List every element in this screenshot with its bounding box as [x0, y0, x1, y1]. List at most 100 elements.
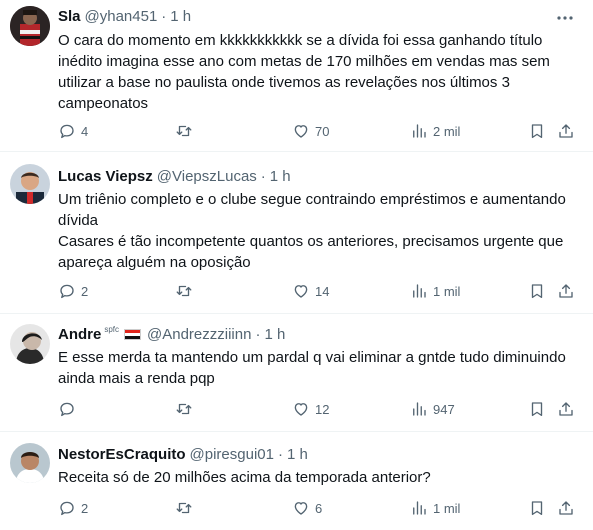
bookmark-icon: [531, 124, 543, 139]
tweet-text-line: Um triênio completo e o clube segue cont…: [58, 191, 566, 208]
tweet[interactable]: Sla @yhan451 · 1 h O cara do momento em …: [0, 0, 593, 152]
bookmark-icon: [531, 402, 543, 417]
heart-icon: [294, 502, 308, 515]
tweet[interactable]: Lucas Viepsz @ViepszLucas · 1 h Um triên…: [0, 152, 593, 314]
tweet-text-line: apareça alguém na oposição: [58, 254, 251, 271]
separator-dot: ·: [277, 446, 283, 463]
separator-dot: ·: [161, 8, 167, 25]
user-handle[interactable]: @piresgui01: [190, 446, 274, 463]
display-name[interactable]: NestorEsCraquito: [58, 446, 186, 463]
more-options-icon[interactable]: [555, 8, 575, 28]
user-handle[interactable]: @Andrezzziiinn: [147, 326, 251, 343]
reply-icon: [60, 124, 74, 139]
bookmark-icon: [531, 284, 543, 299]
timestamp[interactable]: 1 h: [287, 446, 308, 463]
share-button[interactable]: [557, 121, 575, 141]
views-button[interactable]: 2 mil: [410, 121, 460, 141]
heart-icon: [294, 403, 308, 416]
repost-button[interactable]: [175, 121, 198, 141]
bookmark-button[interactable]: [528, 399, 546, 419]
tweet-text-line: Receita só de 20 milhões acima da tempor…: [58, 469, 431, 486]
share-icon: [559, 402, 573, 416]
heart-icon: [294, 125, 308, 138]
repost-icon: [176, 502, 192, 514]
tweet-header: NestorEsCraquito @piresgui01 · 1 h: [58, 446, 308, 463]
share-button[interactable]: [557, 498, 575, 518]
share-icon: [559, 284, 573, 298]
timestamp[interactable]: 1 h: [270, 168, 291, 185]
tweet-actions: 2 14 1 mil: [58, 281, 580, 301]
separator-dot: ·: [255, 326, 261, 343]
reply-button[interactable]: [58, 399, 81, 419]
reply-count: 2: [81, 500, 89, 516]
tweet-text-line: Casares é tão incompetente quantos os an…: [58, 233, 564, 250]
avatar[interactable]: [10, 164, 50, 204]
repost-icon: [176, 403, 192, 415]
like-button[interactable]: 14: [292, 281, 329, 301]
like-count: 12: [315, 401, 330, 417]
share-icon: [559, 124, 573, 138]
tweet-actions: 12 947: [58, 399, 580, 419]
tweet-header: Lucas Viepsz @ViepszLucas · 1 h: [58, 168, 291, 185]
timestamp[interactable]: 1 h: [264, 326, 285, 343]
tweet-text-line: campeonatos: [58, 95, 149, 112]
reply-button[interactable]: 2: [58, 281, 88, 301]
bookmark-icon: [531, 501, 543, 516]
display-name[interactable]: Andre: [58, 326, 101, 343]
view-count: 1 mil: [433, 283, 461, 299]
bookmark-button[interactable]: [528, 281, 546, 301]
bookmark-button[interactable]: [528, 498, 546, 518]
reply-icon: [60, 501, 74, 516]
analytics-icon: [413, 501, 426, 515]
tweet-text: E esse merda ta mantendo um pardal q vai…: [58, 347, 578, 389]
bookmark-button[interactable]: [528, 121, 546, 141]
tweet-text-line: inédito imagina esse ano com metas de 17…: [58, 53, 550, 70]
views-button[interactable]: 1 mil: [410, 498, 460, 518]
reply-button[interactable]: 2: [58, 498, 88, 518]
avatar[interactable]: [10, 324, 50, 364]
tweet-actions: 2 6 1 mil: [58, 498, 580, 518]
like-button[interactable]: 12: [292, 399, 329, 419]
tweet-text: Um triênio completo e o clube segue cont…: [58, 189, 578, 273]
display-name[interactable]: Sla: [58, 8, 81, 25]
bio-tag: spfc: [104, 325, 120, 334]
user-handle[interactable]: @yhan451: [85, 8, 158, 25]
like-button[interactable]: 6: [292, 498, 322, 518]
view-count: 1 mil: [433, 500, 461, 516]
like-count: 70: [315, 123, 330, 139]
tweet-actions: 4 70 2 mil: [58, 121, 580, 141]
reply-count: 2: [81, 283, 89, 299]
tweet[interactable]: NestorEsCraquito @piresgui01 · 1 h Recei…: [0, 432, 593, 530]
repost-icon: [176, 125, 192, 137]
like-button[interactable]: 70: [292, 121, 329, 141]
views-button[interactable]: 947: [410, 399, 455, 419]
analytics-icon: [413, 402, 426, 416]
timestamp[interactable]: 1 h: [170, 8, 191, 25]
tweet-text-line: O cara do momento em kkkkkkkkkkk se a dí…: [58, 32, 543, 49]
repost-button[interactable]: [175, 281, 198, 301]
like-count: 14: [315, 283, 330, 299]
view-count: 2 mil: [433, 123, 461, 139]
repost-button[interactable]: [175, 498, 198, 518]
like-count: 6: [315, 500, 323, 516]
reply-count: 4: [81, 123, 89, 139]
reply-button[interactable]: 4: [58, 121, 88, 141]
tweet[interactable]: Andre spfc @Andrezzziiinn · 1 h E esse m…: [0, 314, 593, 432]
tweet-header: Andre spfc @Andrezzziiinn · 1 h: [58, 325, 285, 343]
views-button[interactable]: 1 mil: [410, 281, 460, 301]
avatar[interactable]: [10, 443, 50, 483]
avatar[interactable]: [10, 6, 50, 46]
view-count: 947: [433, 401, 455, 417]
share-button[interactable]: [557, 399, 575, 419]
repost-icon: [176, 285, 192, 297]
share-button[interactable]: [557, 281, 575, 301]
reply-icon: [60, 402, 74, 417]
user-handle[interactable]: @ViepszLucas: [157, 168, 257, 185]
tweet-text: O cara do momento em kkkkkkkkkkk se a dí…: [58, 30, 578, 114]
reply-icon: [60, 284, 74, 299]
display-name[interactable]: Lucas Viepsz: [58, 168, 153, 185]
repost-button[interactable]: [175, 399, 198, 419]
tweet-text-line: E esse merda ta mantendo um pardal q vai…: [58, 349, 566, 366]
analytics-icon: [413, 284, 426, 298]
separator-dot: ·: [260, 168, 266, 185]
